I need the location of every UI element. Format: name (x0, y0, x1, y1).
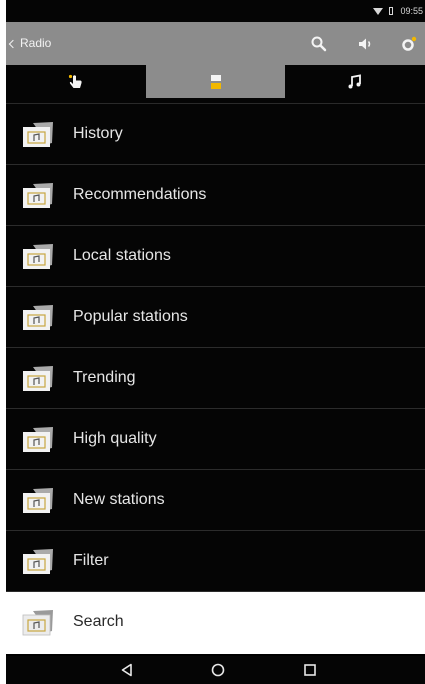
tab-now-playing[interactable] (285, 65, 425, 98)
list-item-label: Filter (73, 552, 109, 569)
wifi-icon (373, 7, 384, 15)
list-item-label: Local stations (73, 247, 171, 264)
list-item-label: Search (73, 613, 124, 630)
radio-folder-icon (23, 244, 53, 269)
status-bar: 09:55 (6, 0, 425, 22)
radio-folder-icon (23, 122, 53, 147)
radio-folder-icon (22, 610, 53, 636)
list-item-recommendations[interactable]: Recommendations (6, 165, 425, 226)
list-item-label: New stations (73, 491, 165, 508)
app-bar: Radio (6, 22, 425, 65)
list-item-label: Trending (73, 369, 136, 386)
tab-bar (6, 65, 425, 98)
status-time: 09:55 (400, 6, 423, 16)
settings-icon[interactable] (399, 34, 419, 54)
radio-folder-icon (23, 427, 53, 452)
list-item-history[interactable]: History (6, 104, 425, 165)
hand-pointer-icon (68, 74, 82, 88)
list-item-trending[interactable]: Trending (6, 348, 425, 409)
chevron-left-icon (8, 39, 18, 48)
music-note-icon (348, 73, 362, 88)
list-icon (210, 74, 221, 89)
radio-folder-icon (23, 366, 53, 391)
volume-icon[interactable] (356, 34, 376, 54)
list-item-label: Recommendations (73, 186, 207, 203)
battery-icon (389, 7, 394, 15)
tab-favorites[interactable] (6, 65, 146, 98)
radio-folder-icon (23, 549, 53, 574)
back-triangle-icon[interactable] (119, 662, 135, 683)
home-circle-icon[interactable] (210, 662, 226, 683)
recents-square-icon[interactable] (302, 662, 318, 683)
radio-folder-icon (23, 488, 53, 513)
radio-folder-icon (23, 305, 53, 330)
list-item-new-stations[interactable]: New stations (6, 470, 425, 531)
back-label: Radio (20, 36, 52, 50)
tab-browse[interactable] (145, 65, 286, 98)
list-item-label: High quality (73, 430, 157, 447)
system-nav-bar (6, 656, 425, 684)
list-item-local-stations[interactable]: Local stations (6, 226, 425, 287)
station-category-list: History Recommendations Local stations P… (6, 104, 425, 654)
search-icon[interactable] (309, 34, 329, 54)
list-item-search[interactable]: Search (6, 592, 425, 654)
list-item-label: History (73, 125, 123, 142)
back-button[interactable]: Radio (8, 36, 52, 50)
radio-folder-icon (23, 183, 53, 208)
list-item-high-quality[interactable]: High quality (6, 409, 425, 470)
screen: 09:55 Radio History Recommendations Loca… (6, 0, 425, 684)
list-item-popular-stations[interactable]: Popular stations (6, 287, 425, 348)
list-item-label: Popular stations (73, 308, 188, 325)
list-item-filter[interactable]: Filter (6, 531, 425, 592)
